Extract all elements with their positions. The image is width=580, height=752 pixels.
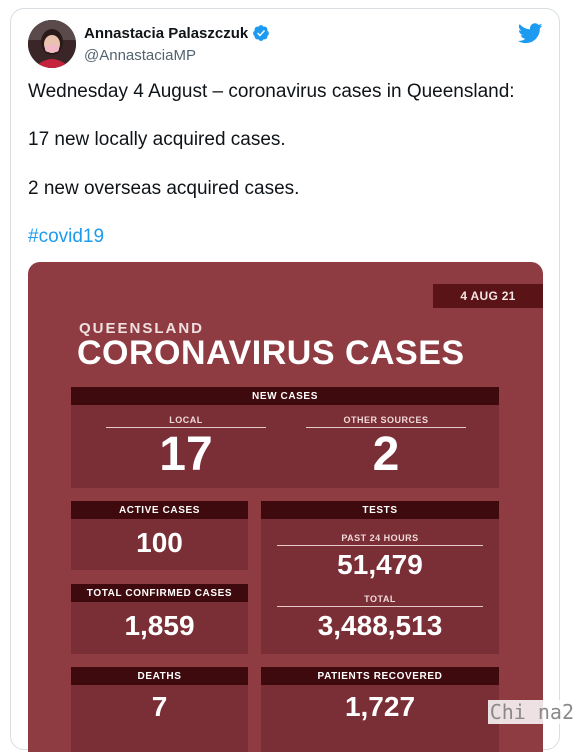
new-cases-panel: NEW CASES LOCAL 17 OTHER SOURCES 2 (71, 387, 499, 488)
active-cases-value: 100 (136, 527, 183, 558)
total-confirmed-header: TOTAL CONFIRMED CASES (71, 584, 248, 602)
active-cases-panel: ACTIVE CASES 100 (71, 501, 248, 570)
tweet-text-line-2: 17 new locally acquired cases. (28, 129, 286, 150)
avatar[interactable] (28, 20, 76, 68)
author-handle[interactable]: @AnnastaciaMP (84, 47, 196, 64)
recovered-value: 1,727 (344, 691, 416, 722)
deaths-panel: DEATHS 7 (71, 667, 248, 752)
twitter-bird-icon[interactable] (517, 23, 543, 44)
local-label: LOCAL (169, 415, 203, 425)
new-cases-header: NEW CASES (71, 387, 499, 405)
total-tests-label: TOTAL (364, 594, 396, 604)
date-badge: 4 AUG 21 (433, 284, 543, 308)
tweet-text-line-3: 2 new overseas acquired cases. (28, 178, 300, 199)
deaths-header: DEATHS (71, 667, 248, 685)
total-confirmed-panel: TOTAL CONFIRMED CASES 1,859 (71, 584, 248, 654)
total-tests-value: 3,488,513 (317, 610, 443, 641)
watermark: Chi na2 (487, 700, 576, 724)
past-24-hours-tests-value: 51,479 (337, 549, 423, 580)
local-cases-value: 17 (159, 428, 213, 481)
other-sources-value: 2 (372, 428, 400, 481)
tweet-card[interactable]: Annastacia Palaszczuk @AnnastaciaMP Wedn… (10, 8, 560, 752)
tests-panel: TESTS PAST 24 HOURS 51,479 TOTAL 3,488,5… (261, 501, 499, 654)
recovered-panel: PATIENTS RECOVERED 1,727 (261, 667, 499, 752)
total-confirmed-value: 1,859 (124, 610, 195, 641)
tweet-image[interactable]: 4 AUG 21 QUEENSLAND CORONAVIRUS CASES NE… (28, 262, 543, 752)
recovered-header: PATIENTS RECOVERED (261, 667, 499, 685)
author-name[interactable]: Annastacia Palaszczuk (84, 24, 270, 42)
verified-badge-icon (252, 24, 270, 42)
deaths-value: 7 (151, 691, 168, 722)
author-name-text[interactable]: Annastacia Palaszczuk (84, 25, 248, 42)
tweet-text-line-1: Wednesday 4 August – coronavirus cases i… (28, 81, 515, 102)
hashtag-link[interactable]: #covid19 (28, 226, 104, 248)
total-tests-divider (277, 606, 483, 607)
tests-header: TESTS (261, 501, 499, 519)
graphic-headline: CORONAVIRUS CASES (77, 334, 465, 372)
past-24-hours-divider (277, 545, 483, 546)
active-cases-header: ACTIVE CASES (71, 501, 248, 519)
other-sources-label: OTHER SOURCES (343, 415, 429, 425)
past-24-hours-label: PAST 24 HOURS (341, 533, 419, 543)
